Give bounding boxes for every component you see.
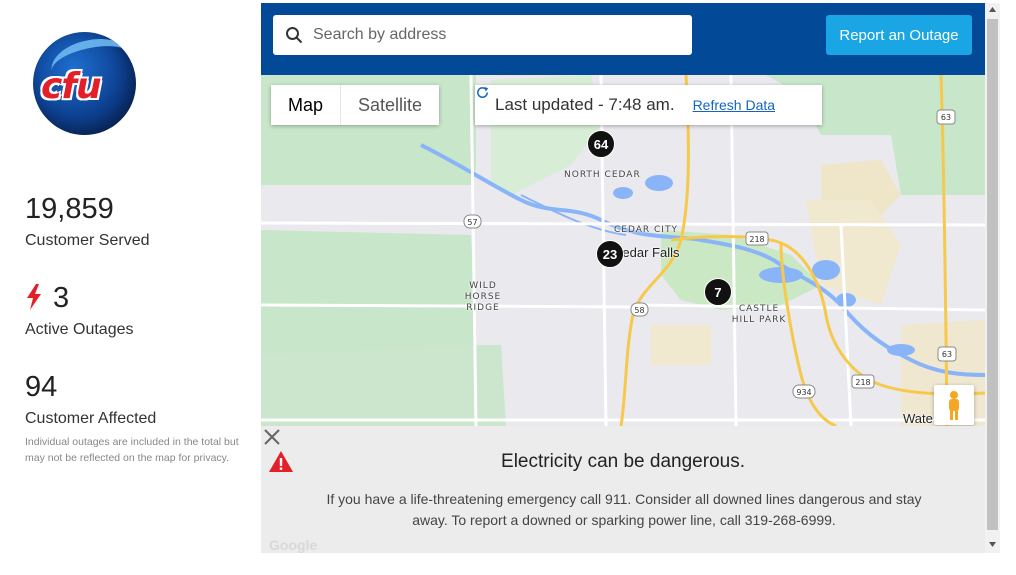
sidebar: cfu 19,859 Customer Served 3 Active Outa… <box>0 0 260 575</box>
stat-active-outages: 3 Active Outages <box>25 282 134 339</box>
report-outage-button[interactable]: Report an Outage <box>826 15 972 55</box>
map-type-control: Map Satellite <box>271 85 440 125</box>
cfu-logo: cfu <box>33 32 136 135</box>
route-shield-218-north: 218 <box>749 235 764 244</box>
map-type-map-button[interactable]: Map <box>271 85 341 125</box>
warning-triangle-icon <box>269 451 293 472</box>
map-canvas[interactable]: 57 58 218 218 63 63 934 NORTH CEDAR CEDA… <box>261 75 985 553</box>
customers-served-label: Customer Served <box>25 232 150 249</box>
safety-banner-title-row: Electricity can be dangerous. <box>261 451 985 473</box>
scroll-up-arrow-icon[interactable] <box>985 3 1000 17</box>
lightning-bolt-icon <box>27 284 41 310</box>
customers-served-value: 19,859 <box>25 193 114 225</box>
search-input[interactable] <box>313 15 683 55</box>
route-shield-934: 934 <box>796 388 811 397</box>
outage-cluster-marker[interactable]: 23 <box>596 240 624 268</box>
route-shield-58: 58 <box>634 306 644 315</box>
refresh-data-label: Refresh Data <box>692 97 776 113</box>
customers-affected-label: Customer Affected <box>25 410 157 427</box>
google-attribution: Google <box>269 537 318 553</box>
route-shield-57: 57 <box>467 218 477 227</box>
last-updated-panel: Last updated - 7:48 am. Refresh Data <box>475 85 822 125</box>
search-box[interactable] <box>273 15 692 55</box>
route-shield-63-north: 63 <box>941 113 951 122</box>
last-updated-text: Last updated - 7:48 am. <box>495 95 675 114</box>
scrollbar-thumb[interactable] <box>987 19 998 530</box>
logo-text: cfu <box>41 66 102 107</box>
scroll-down-arrow-icon[interactable] <box>985 537 1000 551</box>
route-shield-63-south: 63 <box>942 350 952 359</box>
vertical-scrollbar[interactable] <box>985 3 1000 553</box>
place-cedar-city: CEDAR CITY <box>614 225 678 235</box>
street-view-pegman-button[interactable] <box>934 385 974 425</box>
route-shield-218-south: 218 <box>855 378 870 387</box>
active-outages-row: 3 <box>25 282 134 315</box>
refresh-data-link[interactable]: Refresh Data <box>477 86 776 113</box>
safety-banner-text: If you have a life-threatening emergency… <box>326 491 922 528</box>
place-north-cedar: NORTH CEDAR <box>564 170 641 180</box>
safety-banner-title: Electricity can be dangerous. <box>501 451 745 472</box>
close-icon[interactable] <box>261 426 283 448</box>
safety-banner: Electricity can be dangerous. If you hav… <box>261 426 985 553</box>
active-outages-label: Active Outages <box>25 321 134 338</box>
place-waterloo: Wate <box>903 411 933 426</box>
outage-cluster-marker[interactable]: 64 <box>587 130 615 158</box>
map-header-bar: Report an Outage <box>261 3 985 75</box>
search-icon <box>286 27 303 44</box>
stat-customers-served: 19,859 Customer Served <box>25 193 150 250</box>
place-wild-horse-ridge: WILD HORSE RIDGE <box>464 281 502 313</box>
active-outages-value: 3 <box>53 282 70 314</box>
map-section: Report an Outage <box>261 0 985 553</box>
outage-map-page: cfu 19,859 Customer Served 3 Active Outa… <box>0 0 1016 575</box>
place-castle-hill-park: CASTLE HILL PARK <box>731 304 787 325</box>
pegman-icon <box>949 391 959 420</box>
privacy-footnote: Individual outages are included in the t… <box>25 436 239 464</box>
outage-cluster-marker[interactable]: 7 <box>704 278 732 306</box>
customers-affected-value: 94 <box>25 371 58 403</box>
refresh-icon <box>477 86 489 98</box>
stat-customers-affected: 94 Customer Affected <box>25 371 156 428</box>
map-type-satellite-button[interactable]: Satellite <box>340 85 440 125</box>
